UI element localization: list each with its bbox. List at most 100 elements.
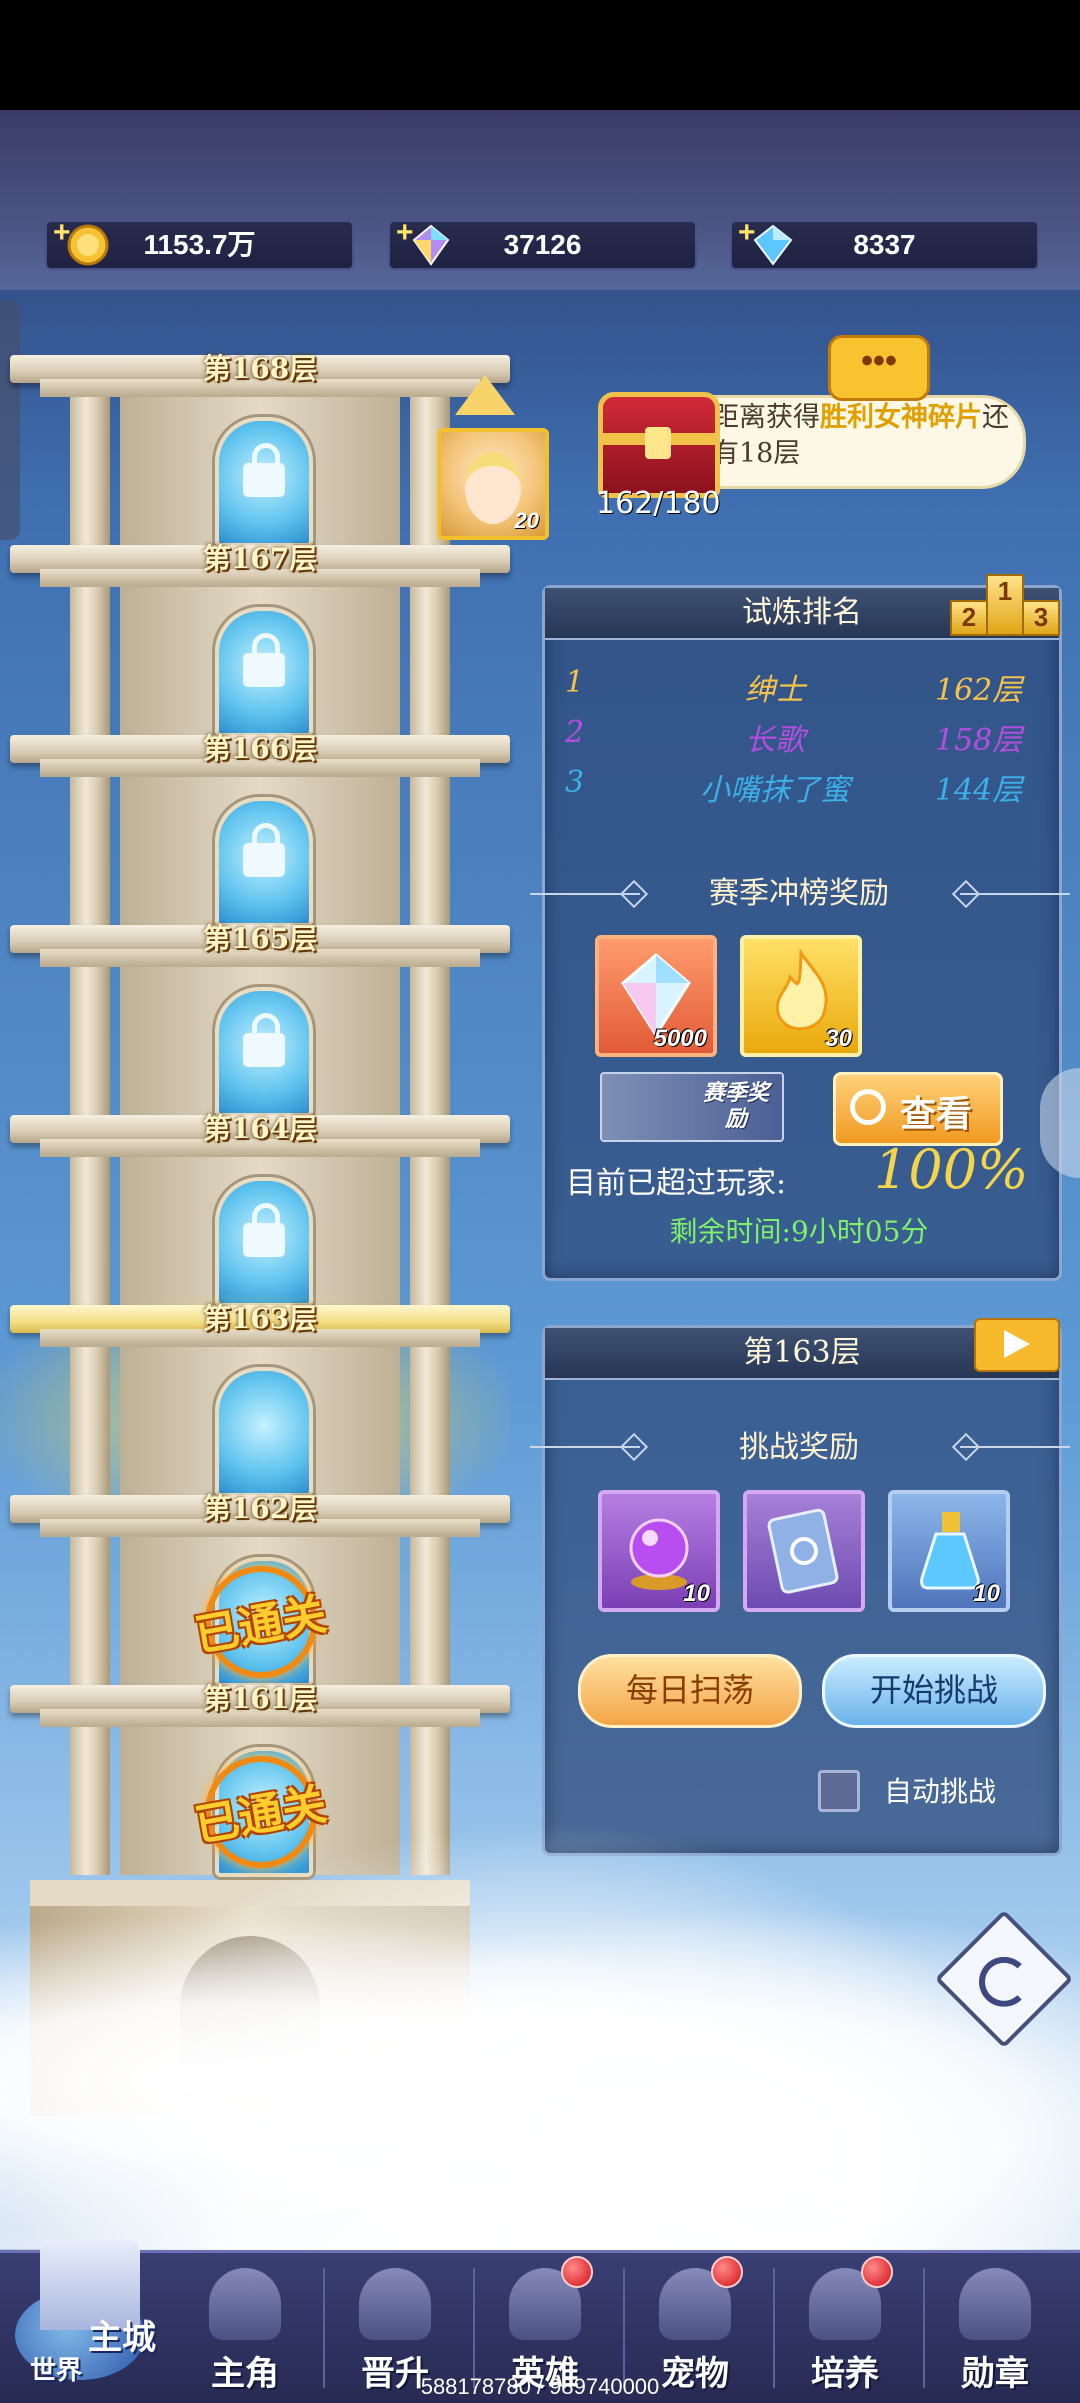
nav-world-label-main: 主城 [88,2318,156,2358]
reward-card[interactable] [743,1490,865,1612]
column [70,1347,110,1495]
locked-door [215,797,313,927]
floor-164[interactable]: 第164层 [10,1112,510,1307]
status-bar [0,0,1080,110]
rank-name: 长歌 [745,723,805,758]
search-icon [850,1089,886,1125]
chat-bubble-icon: ••• [828,335,930,401]
auto-challenge-checkbox[interactable] [818,1770,860,1812]
season-rewards-title: 赛季冲榜奖励 [709,876,889,911]
floor-163[interactable]: 第163层 [10,1302,510,1497]
chest-progress: 162/180 [596,486,721,521]
return-icon [979,1956,1029,2007]
remaining-time: 剩余时间:9小时05分 [669,1215,929,1248]
floor-166[interactable]: 第166层 [10,732,510,927]
floor-label: 第167层 [202,542,318,575]
floor-label: 第161层 [202,1682,318,1715]
daily-sweep-button[interactable]: 每日扫荡 [578,1654,802,1728]
rank-number: 1 [565,665,585,700]
rank-row[interactable]: 3 小嘴抹了蜜 144层 [565,765,1045,809]
reward-potion[interactable]: 10 [888,1490,1010,1612]
ornament [960,893,1070,895]
view-button[interactable]: 查看 [833,1072,1003,1146]
medal-icon [959,2268,1031,2340]
column [410,1347,450,1495]
challenge-rewards-title: 挑战奖励 [739,1430,859,1465]
diamond-value: 8337 [853,229,916,260]
column [70,1157,110,1305]
open-door [215,1367,313,1497]
crown-icon [455,375,515,415]
tower: 第168层 第167层 第166层 第165层 第164层 第163层 已通关 … [0,285,520,2116]
column [70,1537,110,1685]
rank-row[interactable]: 1 绅士 162层 [565,665,1045,709]
protagonist-icon [209,2268,281,2340]
notification-badge [861,2256,893,2288]
podium-3: 3 [1022,600,1060,636]
hero-level: 20 [514,508,539,533]
nav-world[interactable]: 主城 世界 [10,2210,170,2400]
start-challenge-button[interactable]: 开始挑战 [822,1654,1046,1728]
video-replay-icon[interactable] [974,1318,1060,1372]
hero-portrait[interactable]: 20 [437,428,549,540]
locked-door [215,1177,313,1307]
chest-hint: 距离获得胜利女神碎片还有18层 [712,400,1012,472]
view-button-label: 查看 [900,1093,973,1134]
diamond-resource[interactable]: + 8337 [730,216,1039,270]
floor-label: 第164层 [202,1112,318,1145]
reward-qty: 5000 [653,1025,707,1052]
notification-badge [711,2256,743,2288]
lock-icon [243,633,285,687]
rank-number: 3 [565,765,585,800]
column [410,587,450,735]
auto-challenge-label: 自动挑战 [884,1775,997,1808]
hero-face [465,452,521,524]
column [410,777,450,925]
gem-resource[interactable]: + 37126 [388,216,697,270]
column [70,967,110,1115]
rank-number: 2 [565,715,585,750]
reward-purple-orb[interactable]: 10 [598,1490,720,1612]
locked-door [215,417,313,547]
floor-label: 第162层 [202,1492,318,1525]
podium-icon[interactable]: 2 1 3 [950,570,1060,636]
lock-icon [243,1203,285,1257]
column [70,587,110,735]
reward-fire-essence[interactable]: 30 [740,935,862,1057]
promote-icon [359,2268,431,2340]
card-icon [767,1508,839,1594]
gold-resource[interactable]: + 1153.7万 [45,216,354,270]
floor-label: 第165层 [202,922,318,955]
rank-name: 小嘴抹了蜜 [700,773,850,808]
locked-door [215,607,313,737]
surpass-label: 目前已超过玩家: [566,1166,787,1201]
column [70,397,110,545]
column [70,777,110,925]
floor-165[interactable]: 第165层 [10,922,510,1117]
podium-2: 2 [950,600,988,636]
cleared-stamp: 已通关 [160,1561,360,1678]
notification-badge [561,2256,593,2288]
floor-162[interactable]: 已通关 第162层 [10,1492,510,1687]
lock-icon [243,823,285,877]
hint-prefix: 距离获得 [712,402,820,433]
lock-icon [243,443,285,497]
footer-counter: 588178780 / 989740000 [420,2374,660,2399]
reward-qty: 30 [825,1025,852,1052]
treasure-chest-icon[interactable] [598,392,720,498]
reward-crystal[interactable]: 5000 [595,935,717,1057]
floor-label: 第166层 [202,732,318,765]
gold-value: 1153.7万 [143,229,256,260]
floor-167[interactable]: 第167层 [10,542,510,737]
rank-name: 绅士 [745,673,805,708]
surpass-percent: 100% [874,1138,1029,1201]
rainbow-gem-icon [412,224,450,266]
reward-qty: 10 [683,1580,710,1607]
ornament [960,1446,1070,1448]
season-reward-banner[interactable]: 赛季奖励 [600,1072,784,1142]
podium-1: 1 [986,574,1024,636]
rank-row[interactable]: 2 长歌 158层 [565,715,1045,759]
column [410,1537,450,1685]
gem-value: 37126 [503,229,582,260]
floor-168[interactable]: 第168层 [10,352,510,547]
